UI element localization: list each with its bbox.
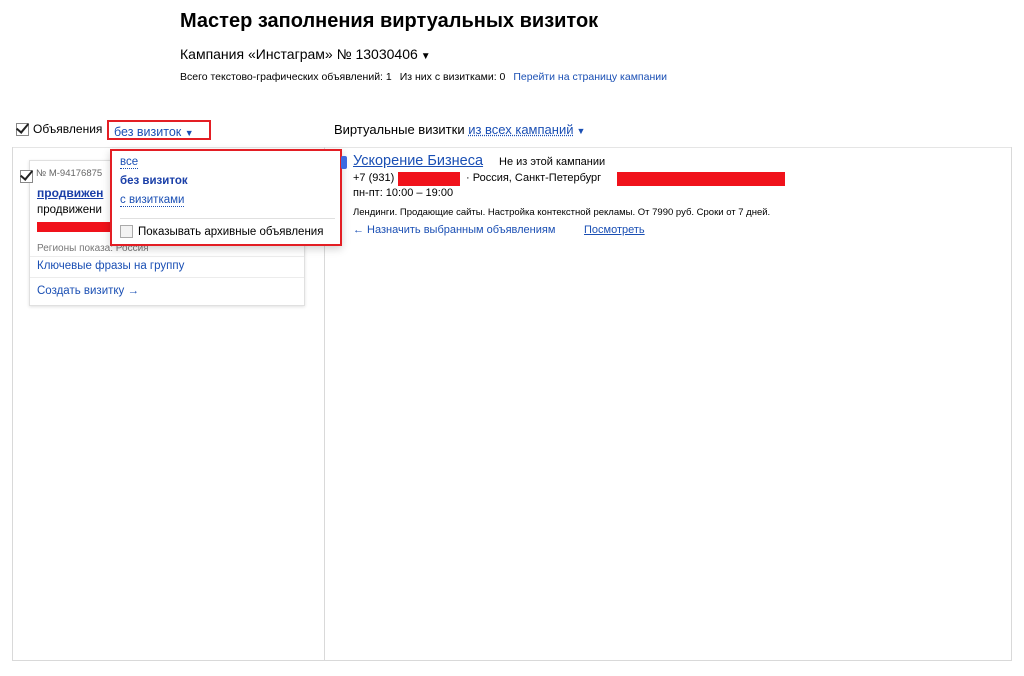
- vcards-header: Виртуальные визитки из всех кампаний ▼: [334, 122, 585, 137]
- vcard-radio-icon[interactable]: [341, 156, 347, 169]
- panel-bottom-border: [12, 660, 1012, 661]
- dropdown-divider: [120, 218, 335, 219]
- panel-left-border: [12, 147, 13, 661]
- ad-number: № M-94176875: [36, 168, 103, 179]
- page-title: Мастер заполнения виртуальных визиток: [180, 10, 599, 32]
- vcard-description: Лендинги. Продающие сайты. Настройка кон…: [353, 207, 771, 218]
- ad-text: продвижени: [37, 204, 102, 216]
- filter-option-all[interactable]: все: [120, 156, 139, 169]
- assign-to-selected-link[interactable]: ← Назначить выбранным объявлениям: [353, 224, 555, 236]
- view-vcard-link[interactable]: Посмотреть: [584, 224, 645, 236]
- ads-filter-value: без визиток: [114, 125, 182, 139]
- chevron-down-icon: ▼: [184, 128, 194, 138]
- ad-checkbox-wrap[interactable]: [20, 168, 33, 186]
- chevron-down-icon[interactable]: ▼: [421, 51, 431, 62]
- show-archived-label: Показывать архивные объявления: [138, 225, 324, 238]
- campaign-page-link[interactable]: Перейти на страницу кампании: [513, 71, 667, 83]
- vcards-source-filter[interactable]: из всех кампаний: [468, 122, 573, 137]
- chevron-down-icon[interactable]: ▼: [576, 126, 585, 136]
- ads-filter-header: Объявления: [16, 122, 102, 136]
- ads-filter-dropdown: все без визиток с визитками Показывать а…: [110, 149, 342, 246]
- ads-filter-toggle[interactable]: без визиток ▼: [107, 120, 211, 140]
- campaign-number: № 13030406: [336, 46, 418, 62]
- card-divider: [30, 256, 304, 257]
- show-archived-checkbox[interactable]: [120, 225, 133, 238]
- ad-checkbox[interactable]: [20, 170, 33, 184]
- campaign-prefix: Кампания: [180, 46, 245, 62]
- panel-right-border: [1011, 147, 1012, 661]
- create-vcard-link[interactable]: Создать визитку →: [37, 285, 139, 297]
- filter-option-with-vcards[interactable]: с визитками: [120, 194, 185, 207]
- campaign-name: «Инстаграм»: [247, 46, 333, 62]
- redaction-block: [398, 172, 460, 186]
- campaign-selector[interactable]: Кампания «Инстаграм» № 13030406 ▼: [180, 46, 431, 62]
- panel-top-border: [12, 147, 1012, 148]
- vcard-address: · Россия, Санкт-Петербург: [466, 172, 602, 184]
- vcard-phone: +7 (931): [353, 172, 395, 184]
- ads-header-label: Объявления: [33, 122, 103, 136]
- filter-option-without-vcards[interactable]: без визиток: [120, 175, 188, 187]
- select-all-ads-checkbox[interactable]: [16, 122, 29, 136]
- campaign-stats: Всего текстово-графических объявлений: 1…: [180, 71, 740, 84]
- show-archived-toggle[interactable]: Показывать архивные объявления: [120, 225, 323, 238]
- ad-title[interactable]: продвижен: [37, 186, 103, 200]
- keyphrases-link[interactable]: Ключевые фразы на группу: [37, 260, 184, 272]
- vcard-name[interactable]: Ускорение Бизнеса: [353, 153, 483, 169]
- card-divider: [30, 277, 304, 278]
- stats-total: Всего текстово-графических объявлений: 1: [180, 71, 392, 83]
- vcard-note: Не из этой кампании: [499, 156, 606, 168]
- vcards-header-label: Виртуальные визитки: [334, 122, 465, 137]
- vcard-hours: пн-пт: 10:00 – 19:00: [353, 187, 454, 199]
- stats-with-vcards: Из них с визитками: 0: [399, 71, 506, 83]
- redaction-block: [617, 172, 785, 186]
